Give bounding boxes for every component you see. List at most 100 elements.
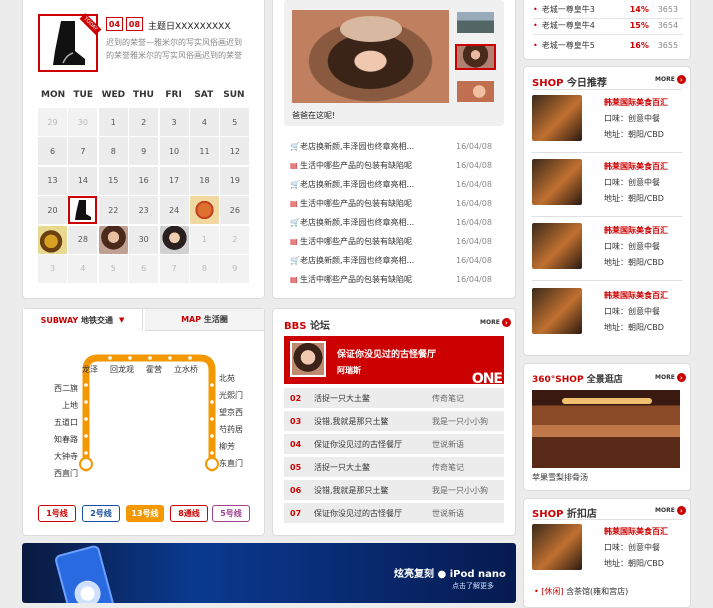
news-item[interactable]: ▤ 生活中哪些产品的包装有缺陷呢 16/04/08 — [290, 156, 492, 175]
news-item[interactable]: ▤ 生活中哪些产品的包装有缺陷呢 16/04/08 — [290, 232, 492, 251]
line-5-button[interactable]: 5号线 — [212, 505, 250, 522]
calendar-day-photo[interactable] — [98, 225, 128, 254]
calendar-day[interactable]: 30 — [129, 225, 159, 254]
bbs-row[interactable]: 05 活捉一只大土鳖 传奇笔记 — [284, 457, 504, 477]
station-label[interactable]: 回龙观 — [110, 364, 134, 375]
shop-name[interactable]: 韩莱国际美食百汇 — [604, 524, 668, 540]
calendar-day[interactable]: 14 — [68, 166, 98, 195]
bbs-row[interactable]: 04 保证你没见过的古怪餐厅 世说新语 — [284, 434, 504, 454]
feature-caption[interactable]: 爸爸在这呢! — [292, 110, 335, 121]
calendar-day[interactable]: 23 — [129, 196, 159, 225]
ranking-name[interactable]: 老城一尊皇牛5 — [542, 40, 630, 51]
bbs-author[interactable]: 我是一只小小狗 — [432, 485, 504, 496]
line-13-button[interactable]: 13号线 — [126, 505, 164, 522]
bbs-author[interactable]: 世说新语 — [432, 439, 504, 450]
calendar-day[interactable]: 13 — [38, 166, 67, 195]
calendar-day[interactable]: 24 — [159, 196, 189, 225]
shop-more-button[interactable]: MORE › — [655, 75, 686, 84]
calendar-day[interactable]: 1 — [189, 225, 219, 254]
bbs-author[interactable]: 我是一只小小狗 — [432, 416, 504, 427]
station-label[interactable]: 知春路 — [38, 431, 78, 448]
shop-item[interactable]: 韩莱国际美食百汇 口味：创意中餐 地址：朝阳/CBD — [532, 223, 682, 279]
bbs-more-button[interactable]: MORE › — [480, 318, 511, 327]
shop-name[interactable]: 韩莱国际美食百汇 — [604, 223, 668, 239]
station-label[interactable]: 立水桥 — [174, 364, 198, 375]
calendar-day[interactable]: 29 — [38, 108, 67, 136]
panorama-photo[interactable] — [532, 390, 680, 468]
bbs-row[interactable]: 07 保证你没见过的古怪餐厅 世说新语 — [284, 503, 504, 523]
station-label[interactable]: 北苑 — [219, 370, 263, 387]
news-item[interactable]: ▤ 生活中哪些产品的包装有缺陷呢 16/04/08 — [290, 270, 492, 289]
station-label[interactable]: 上地 — [38, 397, 78, 414]
line-1-button[interactable]: 1号线 — [38, 505, 76, 522]
shop-name[interactable]: 韩莱国际美食百汇 — [604, 95, 668, 111]
feature-photo[interactable] — [292, 10, 449, 103]
station-label[interactable]: 芍药居 — [219, 421, 263, 438]
calendar-day[interactable]: 7 — [68, 137, 98, 166]
bbs-row[interactable]: 06 没错,我就是那只土鳖 我是一只小小狗 — [284, 480, 504, 500]
bbs-author[interactable]: 传奇笔记 — [432, 462, 504, 473]
shop-name[interactable]: 韩莱国际美食百汇 — [604, 159, 668, 175]
calendar-day[interactable]: 20 — [38, 196, 67, 225]
station-label[interactable]: 龙泽 — [82, 364, 98, 375]
feature-thumb-active[interactable] — [455, 44, 496, 70]
calendar-day[interactable]: 11 — [189, 137, 219, 166]
ipod-banner[interactable]: 炫亮复刻 ● iPod nano 点击了解更多 — [22, 543, 516, 603]
calendar-day[interactable]: 1 — [98, 108, 128, 136]
calendar-day[interactable]: 7 — [159, 254, 189, 283]
calendar-day[interactable]: 22 — [98, 196, 128, 225]
ranking-name[interactable]: 老城一尊皇牛3 — [542, 4, 630, 15]
station-label[interactable]: 东直门 — [219, 455, 263, 472]
calendar-day[interactable]: 26 — [220, 196, 250, 225]
panorama-caption[interactable]: 苹果雪梨排骨汤 — [532, 472, 588, 483]
station-label[interactable]: 霍营 — [146, 364, 162, 375]
theme-title[interactable]: 主题日XXXXXXXXX — [148, 19, 231, 32]
calendar-day[interactable]: 12 — [220, 137, 250, 166]
discount-list-item[interactable]: • [休闲] 含茶馆(雍和宫店) — [534, 586, 628, 597]
news-item[interactable]: 🛒 老店换新颜,丰泽园也终章亮相... 16/04/08 — [290, 213, 492, 232]
station-label[interactable]: 西二旗 — [38, 380, 78, 397]
feature-thumb[interactable] — [457, 12, 494, 33]
station-label[interactable]: 柳芳 — [219, 438, 263, 455]
line-8-button[interactable]: 8通线 — [170, 505, 208, 522]
calendar-day[interactable]: 2 — [220, 225, 250, 254]
calendar-day-selected[interactable] — [68, 196, 98, 225]
discount-item[interactable]: 韩莱国际美食百汇 口味：创意中餐 地址：朝阳/CBD — [532, 524, 682, 580]
ranking-name[interactable]: 老城一尊皇牛4 — [542, 20, 630, 31]
news-item[interactable]: 🛒 老店换新颜,丰泽园也终章亮相... 16/04/08 — [290, 175, 492, 194]
calendar-day[interactable]: 9 — [129, 137, 159, 166]
calendar-day[interactable]: 4 — [189, 108, 219, 136]
calendar-day[interactable]: 18 — [189, 166, 219, 195]
ranking-item[interactable]: • 老城一尊皇牛4 15% 3654 — [533, 17, 683, 35]
calendar-day[interactable]: 19 — [220, 166, 250, 195]
bbs-post-title[interactable]: 没错,我就是那只土鳖 — [314, 416, 432, 427]
tab-subway[interactable]: SUBWAY 地铁交通 ▼ — [23, 309, 143, 331]
news-title[interactable]: 老店换新颜,丰泽园也终章亮相... — [300, 141, 456, 152]
bbs-author[interactable]: 传奇笔记 — [432, 393, 504, 404]
news-title[interactable]: 老店换新颜,丰泽园也终章亮相... — [300, 179, 456, 190]
news-item[interactable]: ▤ 生活中哪些产品的包装有缺陷呢 16/04/08 — [290, 194, 492, 213]
calendar-day[interactable]: 3 — [38, 254, 67, 283]
news-item[interactable]: 🛒 老店换新颜,丰泽园也终章亮相... 16/04/08 — [290, 251, 492, 270]
station-label[interactable]: 五道口 — [38, 414, 78, 431]
tab-map[interactable]: MAP 生活圈 — [145, 309, 264, 331]
bbs-post-title[interactable]: 没错,我就是那只土鳖 — [314, 485, 432, 496]
news-title[interactable]: 生活中哪些产品的包装有缺陷呢 — [300, 274, 456, 285]
bbs-top-user[interactable]: 阿瑞斯 — [337, 365, 361, 376]
calendar-day[interactable]: 10 — [159, 137, 189, 166]
calendar-day[interactable]: 8 — [98, 137, 128, 166]
bbs-author[interactable]: 世说新语 — [432, 508, 504, 519]
calendar-day[interactable]: 15 — [98, 166, 128, 195]
calendar-day-photo[interactable] — [189, 196, 219, 225]
calendar-day[interactable]: 30 — [68, 108, 98, 136]
shop-item[interactable]: 韩莱国际美食百汇 口味：创意中餐 地址：朝阳/CBD — [532, 95, 682, 151]
banner-cta[interactable]: 点击了解更多 — [452, 581, 494, 591]
news-item[interactable]: 🛒 老店换新颜,丰泽园也终章亮相... 16/04/08 — [290, 137, 492, 156]
calendar-day[interactable]: 5 — [98, 254, 128, 283]
calendar-day[interactable]: 9 — [220, 254, 250, 283]
station-label[interactable]: 大钟寺 — [38, 448, 78, 465]
station-label[interactable]: 望京西 — [219, 404, 263, 421]
calendar-day-photo[interactable] — [38, 225, 67, 254]
bbs-row[interactable]: 02 活捉一只大土鳖 传奇笔记 — [284, 388, 504, 408]
bbs-row[interactable]: 03 没错,我就是那只土鳖 我是一只小小狗 — [284, 411, 504, 431]
